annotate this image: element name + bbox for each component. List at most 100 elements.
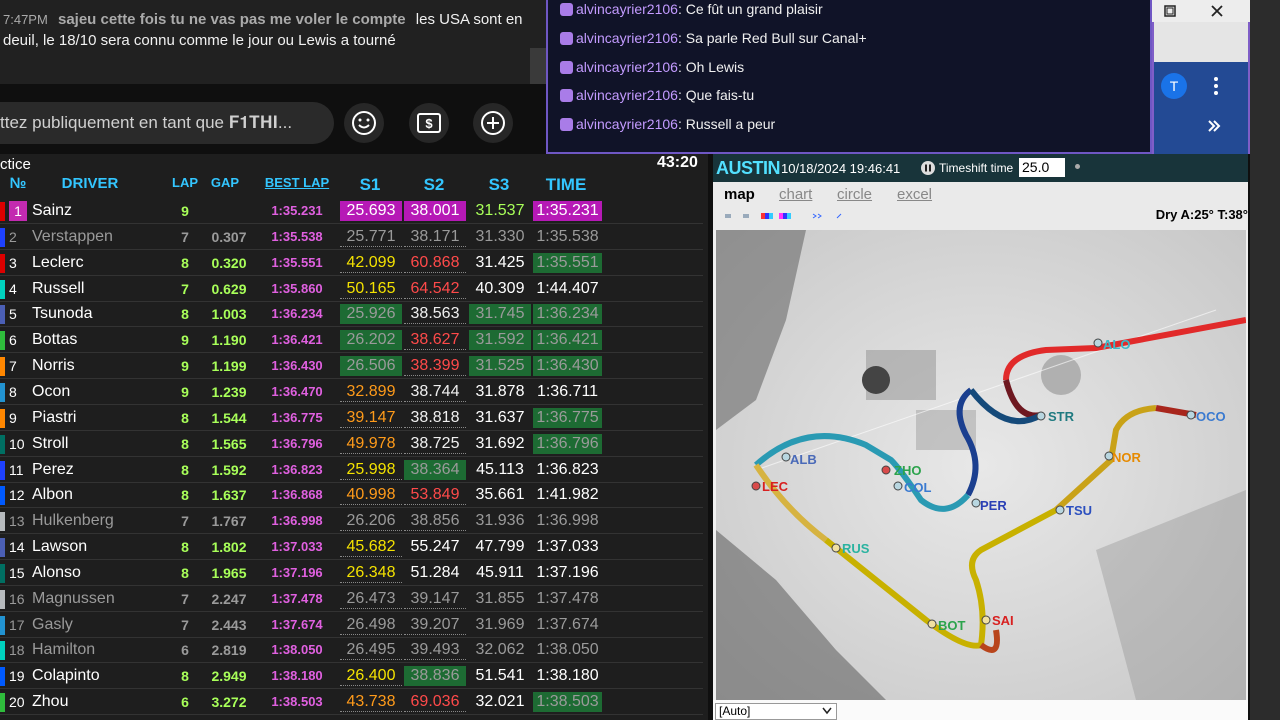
best-lap: 1:36.998: [271, 513, 323, 529]
team-color-bar: [0, 693, 5, 713]
table-row[interactable]: 10 Stroll 8 1.565 1:36.796 49.978 38.725 31.692…: [0, 431, 703, 457]
map-footer: [Auto]: [713, 700, 1248, 720]
twitch-colon: :: [677, 116, 686, 133]
close-icon[interactable]: [1209, 3, 1225, 19]
table-row[interactable]: 16 Magnussen 7 2.247 1:37.478 26.473 39.147 31.…: [0, 586, 703, 612]
best-lap: 1:36.421: [271, 332, 323, 348]
table-row[interactable]: 4 Russell 7 0.629 1:35.860 50.165 64.542 40.309…: [0, 276, 703, 302]
lap-time: 1:37.478: [536, 589, 599, 607]
sector-3: 31.592: [469, 330, 531, 351]
position: 13: [9, 513, 25, 530]
table-row[interactable]: 11 Perez 8 1.592 1:36.823 25.998 38.364 45.113 1…: [0, 457, 703, 483]
add-button[interactable]: [473, 103, 513, 143]
lap-count: 7: [181, 616, 189, 633]
col-header-lap: LAP: [172, 175, 198, 190]
tab-chart[interactable]: chart: [779, 186, 812, 203]
position: 1: [9, 201, 27, 221]
sector-1: 26.206: [340, 511, 402, 532]
restore-icon[interactable]: [1162, 3, 1178, 19]
tab-excel[interactable]: excel: [897, 186, 932, 203]
table-row[interactable]: 19 Colapinto 8 2.949 1:38.180 26.400 38.836 51.…: [0, 663, 703, 690]
track-map[interactable]: ALO STR TSU NOR PER COL ZHO ALB LEC RUS …: [716, 230, 1246, 700]
table-row[interactable]: 9 Piastri 8 1.544 1:36.775 39.147 38.818 31.637…: [0, 405, 703, 431]
svg-text:$: $: [425, 116, 433, 131]
col-header-best[interactable]: BEST LAP: [262, 175, 332, 197]
lap-count: 8: [181, 461, 189, 478]
table-row[interactable]: 20 Zhou 6 3.272 1:38.503 43.738 69.036 32.021 1:…: [0, 689, 703, 716]
chat-input[interactable]: ttez publiquement en tant que 𝐅𝟏𝐓𝐇𝐈...: [0, 102, 334, 144]
sector-2: 38.171: [404, 227, 466, 247]
team-color-bar: [0, 512, 5, 532]
table-row[interactable]: 14 Lawson 8 1.802 1:37.033 45.682 55.247 47.799…: [0, 534, 703, 561]
sector-2: 38.364: [404, 459, 466, 480]
svg-text:ALO: ALO: [1103, 337, 1130, 352]
sub-badge-icon: [560, 3, 573, 16]
emoji-button[interactable]: [344, 103, 384, 143]
sector-3: 31.855: [475, 589, 525, 607]
position: 16: [9, 590, 25, 607]
team-color-bar: [0, 460, 5, 480]
chat-author[interactable]: sajeu cette fois tu ne vas pas me voler …: [58, 11, 406, 28]
double-chevron-icon[interactable]: [1206, 118, 1222, 134]
twitch-username[interactable]: alvincayrier2106: [576, 30, 678, 46]
table-row[interactable]: 8 Ocon 9 1.239 1:36.470 32.899 38.744 31.878 1:3…: [0, 379, 703, 405]
svg-text:SAI: SAI: [992, 613, 1014, 628]
twitch-username[interactable]: alvincayrier2106: [576, 1, 678, 17]
chat-timestamp: 7:47PM: [3, 12, 48, 27]
team-color-bar: [0, 357, 5, 377]
best-lap: 1:35.551: [271, 254, 323, 270]
sector-2: 55.247: [410, 538, 460, 556]
sector-1: 26.202: [340, 330, 402, 351]
timeshift-input[interactable]: 25.0: [1019, 158, 1065, 177]
tab-circle[interactable]: circle: [837, 186, 872, 203]
lap-time: 1:36.430: [533, 356, 602, 377]
twitch-chat-overlay: alvincayrier2106: Ce fût un grand plaisi…: [546, 0, 1152, 154]
super-chat-button[interactable]: $: [409, 103, 449, 143]
sub-badge-icon: [560, 31, 573, 45]
table-row[interactable]: 12 Albon 8 1.637 1:36.868 40.998 53.849 35.661 1…: [0, 482, 703, 509]
table-row[interactable]: 17 Gasly 7 2.443 1:37.674 26.498 39.207 31.969 1…: [0, 612, 703, 638]
best-lap: 1:36.868: [271, 487, 323, 503]
position: 3: [9, 254, 17, 271]
table-row[interactable]: 7 Norris 9 1.199 1:36.430 26.506 38.399 31.525 1…: [0, 353, 703, 380]
table-row[interactable]: 5 Tsunoda 8 1.003 1:36.234 25.926 38.563 31.745…: [0, 301, 703, 328]
driver-name: Verstappen: [32, 227, 113, 245]
table-row[interactable]: 6 Bottas 9 1.190 1:36.421 26.202 38.627 31.592 1…: [0, 327, 703, 354]
table-row[interactable]: 15 Alonso 8 1.965 1:37.196 26.348 51.284 45.911…: [0, 560, 703, 586]
svg-text:NOR: NOR: [1112, 450, 1142, 465]
table-row[interactable]: 18 Hamilton 6 2.819 1:38.050 26.495 39.493 32.0…: [0, 637, 703, 664]
lap-time: 1:38.503: [533, 692, 602, 713]
sector-1: 40.998: [340, 485, 402, 506]
position: 19: [9, 668, 25, 685]
zoom-dropdown[interactable]: [Auto]: [715, 703, 837, 720]
svg-text:STR: STR: [1048, 409, 1075, 424]
twitch-username[interactable]: alvincayrier2106: [576, 116, 678, 132]
avatar[interactable]: T: [1161, 73, 1187, 99]
driver-name: Stroll: [32, 434, 69, 452]
driver-name: Tsunoda: [32, 305, 93, 323]
chat-input-bar: ttez publiquement en tant que 𝐅𝟏𝐓𝐇𝐈... $: [0, 84, 548, 160]
position: 11: [9, 461, 24, 478]
table-row[interactable]: 3 Leclerc 8 0.320 1:35.551 42.099 60.868 31.425…: [0, 250, 703, 276]
sector-2: 38.627: [404, 330, 466, 351]
table-row[interactable]: 2 Verstappen 7 0.307 1:35.538 25.771 38.171 31.…: [0, 224, 703, 250]
pause-icon[interactable]: [921, 161, 935, 175]
gap: 2.949: [211, 668, 247, 685]
more-vert-icon[interactable]: [1208, 76, 1224, 96]
twitch-username[interactable]: alvincayrier2106: [576, 59, 678, 75]
best-lap: 1:38.050: [271, 642, 323, 658]
gap: 1.544: [211, 409, 247, 426]
col-header-driver: DRIVER: [61, 175, 119, 192]
sector-2: 39.147: [404, 589, 466, 609]
table-row[interactable]: 13 Hulkenberg 7 1.767 1:36.998 26.206 38.856 31…: [0, 508, 703, 535]
twitch-colon: :: [677, 29, 686, 46]
team-color-bar: [0, 538, 5, 558]
lap-time: 1:36.823: [536, 460, 599, 478]
tab-map[interactable]: map: [724, 186, 755, 203]
table-row[interactable]: 1 Sainz 9 1:35.231 25.693 38.001 31.537 1:35.23…: [0, 198, 703, 224]
twitch-message: alvincayrier2106: Que fais-tu: [560, 87, 754, 107]
sector-2: 38.818: [404, 408, 466, 428]
twitch-username[interactable]: alvincayrier2106: [576, 87, 678, 103]
sector-1: 43.738: [340, 692, 402, 713]
lap-time: 1:38.180: [536, 667, 599, 685]
